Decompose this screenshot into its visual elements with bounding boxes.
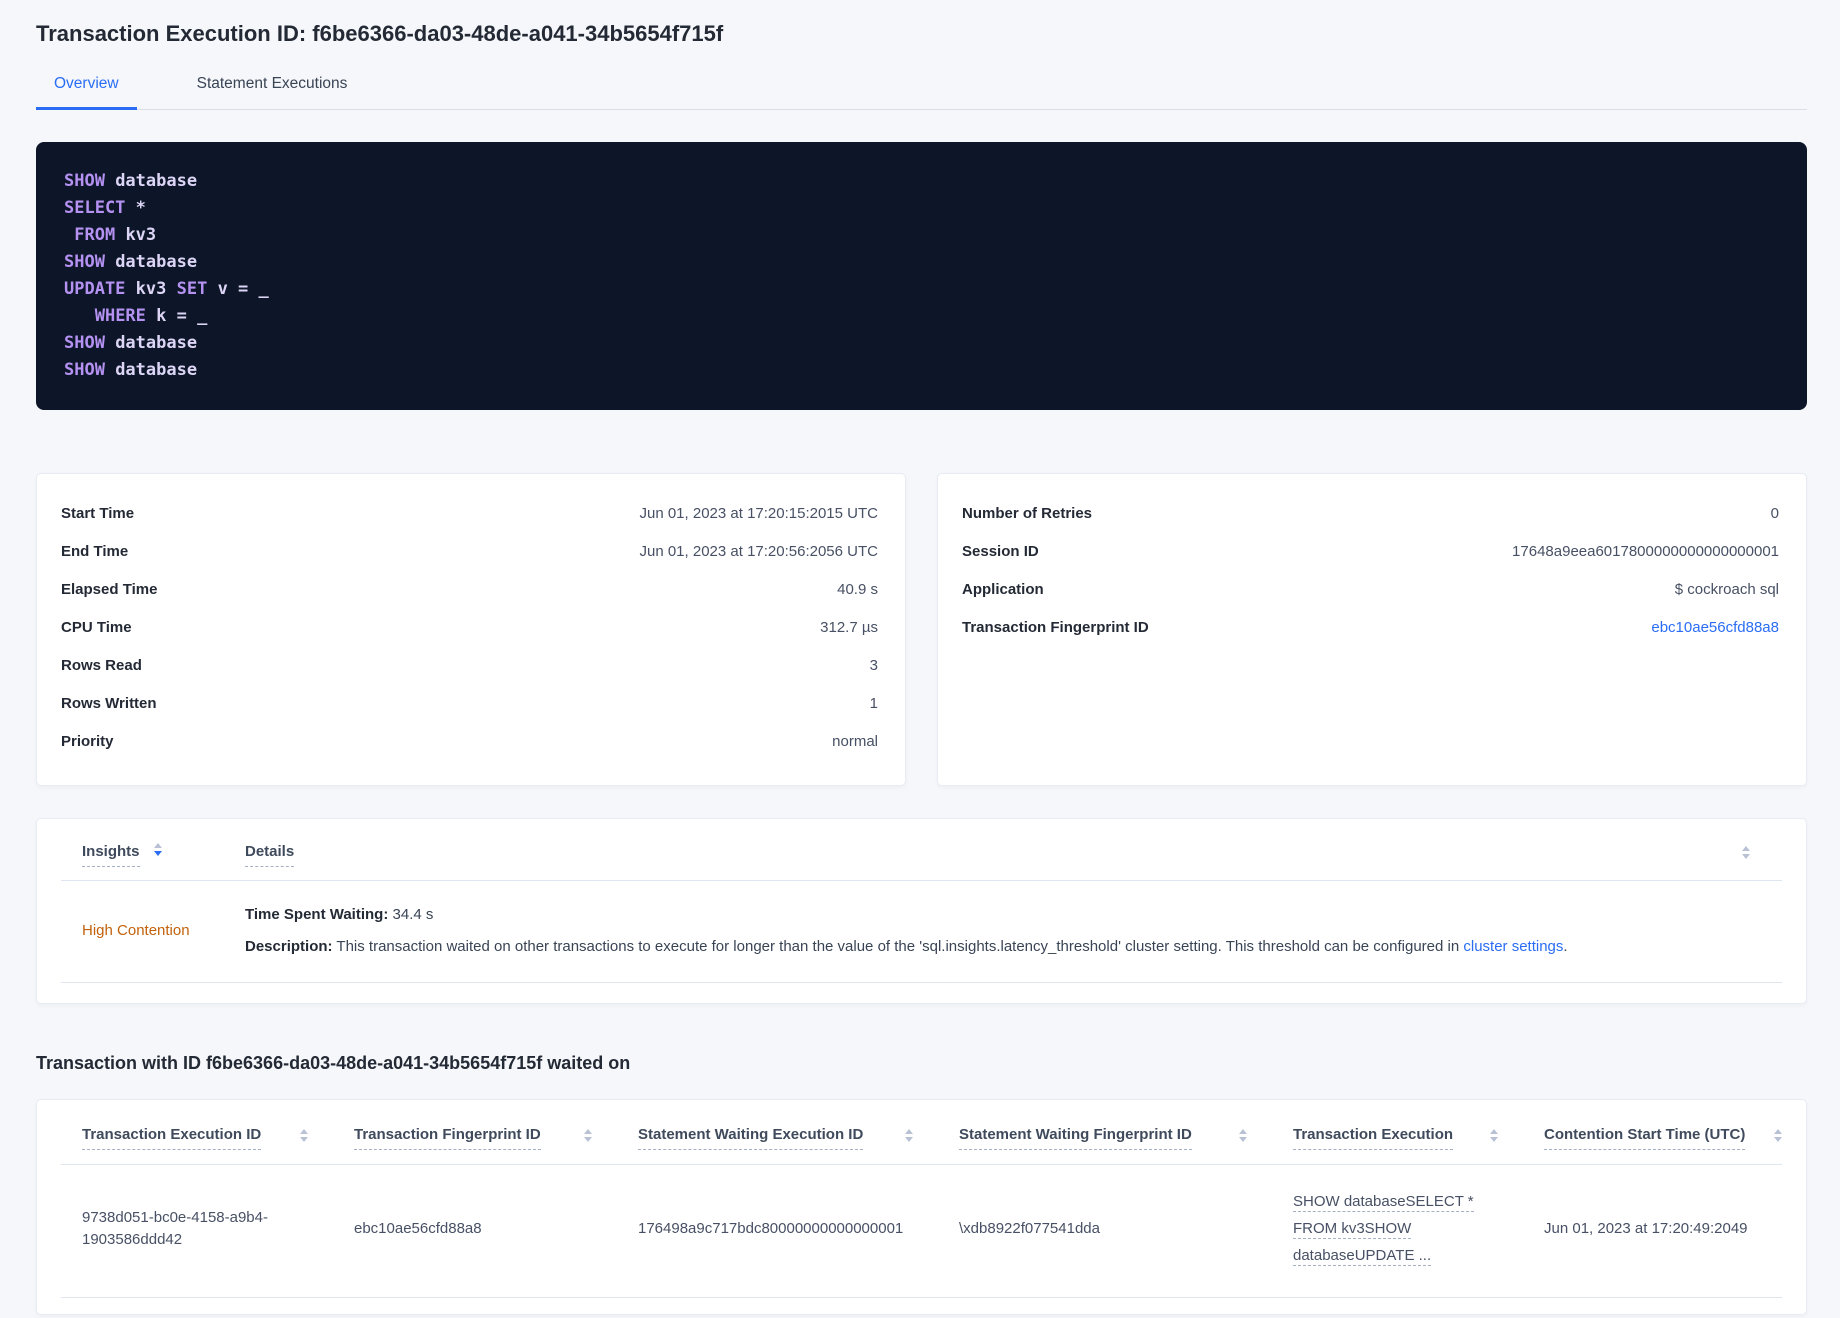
cell-statement-waiting-execution-id: 176498a9c717bdc80000000000000001 xyxy=(638,1220,904,1237)
page-title: Transaction Execution ID: f6be6366-da03-… xyxy=(36,21,724,46)
insights-column-header[interactable]: Insights xyxy=(82,843,140,867)
stat-value: Jun 01, 2023 at 17:20:56:2056 UTC xyxy=(639,543,878,560)
tab-statement-executions[interactable]: Statement Executions xyxy=(179,75,366,110)
stat-row-rows-read: Rows Read 3 xyxy=(37,647,905,685)
stat-row-end-time: End Time Jun 01, 2023 at 17:20:56:2056 U… xyxy=(37,533,905,571)
session-stats-card: Number of Retries 0 Session ID 17648a9ee… xyxy=(937,473,1807,786)
cell-contention-start-time: Jun 01, 2023 at 17:20:49:2049 xyxy=(1544,1220,1748,1237)
stat-row-start-time: Start Time Jun 01, 2023 at 17:20:15:2015… xyxy=(37,495,905,533)
stat-label: Session ID xyxy=(962,543,1039,560)
stat-label: Number of Retries xyxy=(962,505,1093,522)
stat-label: Rows Written xyxy=(61,695,157,712)
waited-on-heading: Transaction with ID f6be6366-da03-48de-a… xyxy=(36,1053,631,1073)
stat-row-retries: Number of Retries 0 xyxy=(938,495,1806,533)
column-header-transaction-fingerprint-id[interactable]: Transaction Fingerprint ID xyxy=(354,1126,541,1150)
cluster-settings-link[interactable]: cluster settings xyxy=(1463,938,1563,955)
sort-icon[interactable] xyxy=(905,1129,913,1142)
waited-on-table-header: Transaction Execution ID Transaction Fin… xyxy=(37,1126,1806,1164)
insights-table-header: Insights Details xyxy=(37,843,1806,880)
stat-value: 3 xyxy=(869,657,878,674)
sql-line: SHOW database xyxy=(64,252,198,272)
stat-row-application: Application $ cockroach sql xyxy=(938,571,1806,609)
stat-label: CPU Time xyxy=(61,619,132,636)
summary-cards-row: Start Time Jun 01, 2023 at 17:20:15:2015… xyxy=(36,473,1807,786)
stat-row-cpu-time: CPU Time 312.7 µs xyxy=(37,609,905,647)
stat-value: 40.9 s xyxy=(837,581,878,598)
details-column-header[interactable]: Details xyxy=(245,843,295,867)
sort-icon[interactable] xyxy=(153,843,162,856)
stat-label: Transaction Fingerprint ID xyxy=(962,619,1149,636)
sql-line: UPDATE kv3 SET v = _ xyxy=(64,279,269,299)
stat-value: Jun 01, 2023 at 17:20:15:2015 UTC xyxy=(639,505,878,522)
table-row: High Contention Time Spent Waiting: 34.4… xyxy=(37,881,1806,982)
stat-label: Elapsed Time xyxy=(61,581,158,598)
stat-label: Rows Read xyxy=(61,657,142,674)
tab-bar: Overview Statement Executions xyxy=(36,75,1807,110)
transaction-fingerprint-link[interactable]: ebc10ae56cfd88a8 xyxy=(1651,619,1779,636)
stat-row-session-id: Session ID 17648a9eea6017800000000000000… xyxy=(938,533,1806,571)
cell-transaction-execution-id: 9738d051-bc0e-4158-a9b4-1903586ddd42 xyxy=(82,1209,268,1248)
sort-icon[interactable] xyxy=(1774,1129,1782,1142)
sql-line: SHOW database xyxy=(64,333,198,353)
transaction-details-page: Transaction Execution ID: f6be6366-da03-… xyxy=(0,0,1840,1315)
stat-value: 17648a9eea6017800000000000000001 xyxy=(1512,543,1779,560)
sql-line: SHOW database xyxy=(64,171,198,191)
sql-line: SHOW database xyxy=(64,360,198,380)
column-header-statement-waiting-execution-id[interactable]: Statement Waiting Execution ID xyxy=(638,1126,864,1150)
execution-stats-card: Start Time Jun 01, 2023 at 17:20:15:2015… xyxy=(36,473,906,786)
stat-label: End Time xyxy=(61,543,129,560)
sql-line: WHERE k = _ xyxy=(94,306,208,326)
sort-icon[interactable] xyxy=(300,1129,308,1142)
table-row: 9738d051-bc0e-4158-a9b4-1903586ddd42 ebc… xyxy=(37,1165,1806,1297)
insights-card: Insights Details High Contention Time Sp… xyxy=(36,818,1807,1004)
time-spent-waiting: Time Spent Waiting: 34.4 s xyxy=(245,906,434,923)
column-header-transaction-execution[interactable]: Transaction Execution xyxy=(1293,1126,1454,1150)
column-header-statement-waiting-fingerprint-id[interactable]: Statement Waiting Fingerprint ID xyxy=(959,1126,1192,1150)
sql-line: SELECT * xyxy=(64,198,146,218)
sort-icon[interactable] xyxy=(584,1129,592,1142)
waited-on-table-card: Transaction Execution ID Transaction Fin… xyxy=(36,1099,1807,1315)
stat-value: 1 xyxy=(869,695,878,712)
stat-value: 0 xyxy=(1770,505,1779,522)
stat-row-rows-written: Rows Written 1 xyxy=(37,685,905,723)
cell-statement-waiting-fingerprint-id: \xdb8922f077541dda xyxy=(959,1220,1100,1237)
stat-value: 312.7 µs xyxy=(820,619,878,636)
stat-row-transaction-fingerprint: Transaction Fingerprint ID ebc10ae56cfd8… xyxy=(938,609,1806,647)
stat-value: $ cockroach sql xyxy=(1674,581,1779,598)
insight-type-badge: High Contention xyxy=(82,922,190,939)
sort-icon[interactable] xyxy=(1239,1129,1247,1142)
stat-label: Start Time xyxy=(61,505,135,522)
stat-row-elapsed-time: Elapsed Time 40.9 s xyxy=(37,571,905,609)
insight-description: Description: This transaction waited on … xyxy=(245,938,1568,955)
sql-line: FROM kv3 xyxy=(74,225,157,245)
stat-row-priority: Priority normal xyxy=(37,723,905,761)
cell-transaction-fingerprint-id: ebc10ae56cfd88a8 xyxy=(354,1220,482,1237)
transaction-execution-link[interactable]: SHOW databaseSELECT * FROM kv3SHOW datab… xyxy=(1293,1191,1544,1267)
sql-statements-box: SHOW database SELECT * FROM kv3 SHOW datab… xyxy=(36,142,1807,410)
sort-icon[interactable] xyxy=(1490,1129,1498,1142)
stat-value: normal xyxy=(832,733,878,750)
sort-icon[interactable] xyxy=(1742,846,1750,859)
column-header-transaction-execution-id[interactable]: Transaction Execution ID xyxy=(82,1126,262,1150)
tab-overview[interactable]: Overview xyxy=(36,75,137,110)
column-header-contention-start-time[interactable]: Contention Start Time (UTC) xyxy=(1544,1126,1746,1150)
stat-label: Application xyxy=(962,581,1044,598)
stat-label: Priority xyxy=(61,733,114,750)
